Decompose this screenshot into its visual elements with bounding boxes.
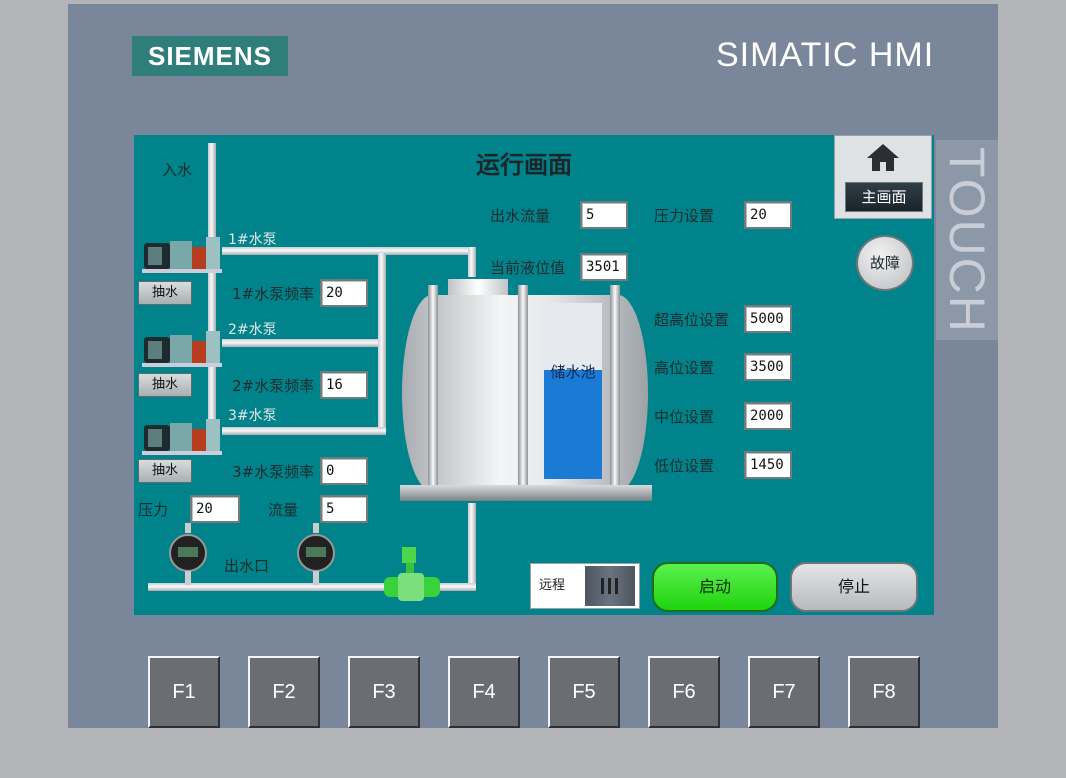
setpoint-field-high[interactable]: 3500 bbox=[744, 353, 792, 381]
pump2-discharge-pipe bbox=[222, 339, 380, 347]
pump3-freq-label: 3#水泵频率 bbox=[232, 463, 315, 481]
touch-label: TOUCH bbox=[936, 140, 998, 340]
setpoint-label-low: 低位设置 bbox=[654, 457, 715, 475]
tank-band bbox=[610, 285, 620, 499]
setpoint-field-low[interactable]: 1450 bbox=[744, 451, 792, 479]
tank-band bbox=[518, 285, 528, 499]
pump1-freq-field[interactable]: 20 bbox=[320, 279, 368, 307]
f5-key[interactable]: F5 bbox=[548, 656, 620, 728]
flow-label: 流量 bbox=[268, 501, 299, 519]
pump-icon bbox=[142, 237, 222, 273]
pump2-name: 2#水泵 bbox=[228, 322, 277, 338]
f3-key[interactable]: F3 bbox=[348, 656, 420, 728]
outflow-label: 出水流量 bbox=[490, 207, 551, 225]
siemens-logo: SIEMENS bbox=[132, 36, 288, 76]
pump1-name: 1#水泵 bbox=[228, 232, 277, 248]
pump3-name: 3#水泵 bbox=[228, 408, 277, 424]
riser-pipe bbox=[378, 253, 386, 435]
f4-key[interactable]: F4 bbox=[448, 656, 520, 728]
pump-icon bbox=[142, 419, 222, 455]
pump1-pump-button[interactable]: 抽水 bbox=[138, 281, 192, 305]
remote-switch-label: 远程 bbox=[539, 578, 566, 593]
home-icon bbox=[867, 144, 899, 171]
switch-knob[interactable] bbox=[585, 566, 635, 606]
outlet-label: 出水口 bbox=[224, 557, 270, 575]
pump2-freq-field[interactable]: 16 bbox=[320, 371, 368, 399]
home-panel: 主画面 bbox=[834, 135, 932, 219]
pressure-gauge-icon bbox=[297, 523, 335, 585]
model-label: SIMATIC HMI bbox=[716, 36, 935, 74]
remote-switch[interactable]: 远程 bbox=[530, 563, 640, 609]
pressure-gauge-icon bbox=[169, 523, 207, 585]
f8-key[interactable]: F8 bbox=[848, 656, 920, 728]
setpoint-label-ultra-high: 超高位设置 bbox=[654, 311, 730, 329]
inlet-label: 入水 bbox=[162, 161, 193, 179]
pressure-set-label: 压力设置 bbox=[654, 207, 715, 225]
pump3-freq-field[interactable]: 0 bbox=[320, 457, 368, 485]
inlet-pipe bbox=[208, 143, 216, 241]
flow-field[interactable]: 5 bbox=[320, 495, 368, 523]
pump3-discharge-pipe bbox=[222, 427, 386, 435]
f2-key[interactable]: F2 bbox=[248, 656, 320, 728]
hmi-screen: 运行画面 入水 1#水泵 2#水泵 3#水泵 抽水 抽水 抽水 1#水泵频率 2… bbox=[134, 135, 934, 615]
pump2-freq-label: 2#水泵频率 bbox=[232, 377, 315, 395]
pump1-freq-label: 1#水泵频率 bbox=[232, 285, 315, 303]
page-title: 运行画面 bbox=[476, 151, 572, 179]
grip-icon bbox=[601, 578, 618, 594]
f7-key[interactable]: F7 bbox=[748, 656, 820, 728]
level-label: 当前液位值 bbox=[490, 259, 566, 277]
pressure-set-field[interactable]: 20 bbox=[744, 201, 792, 229]
tank-base bbox=[400, 485, 652, 501]
f6-key[interactable]: F6 bbox=[648, 656, 720, 728]
stop-button[interactable]: 停止 bbox=[790, 562, 918, 612]
fault-button[interactable]: 故障 bbox=[856, 235, 914, 291]
start-button[interactable]: 启动 bbox=[652, 562, 778, 612]
tank-label: 储水池 bbox=[550, 363, 596, 381]
pressure-field[interactable]: 20 bbox=[190, 495, 240, 523]
pressure-label: 压力 bbox=[138, 501, 169, 519]
outflow-field[interactable]: 5 bbox=[580, 201, 628, 229]
tank-inlet-pipe bbox=[468, 247, 476, 277]
setpoint-label-high: 高位设置 bbox=[654, 359, 715, 377]
setpoint-field-mid[interactable]: 2000 bbox=[744, 402, 792, 430]
home-button[interactable]: 主画面 bbox=[845, 182, 923, 212]
pump3-pump-button[interactable]: 抽水 bbox=[138, 459, 192, 483]
tank-level-bar-bg: 储水池 bbox=[544, 303, 602, 479]
tank-band bbox=[428, 285, 438, 499]
flow-valve-icon bbox=[384, 547, 440, 601]
level-field[interactable]: 3501 bbox=[580, 253, 628, 281]
f1-key[interactable]: F1 bbox=[148, 656, 220, 728]
setpoint-label-mid: 中位设置 bbox=[654, 408, 715, 426]
tank-outlet-pipe bbox=[468, 503, 476, 591]
tank-level-fill bbox=[544, 369, 602, 479]
pump2-pump-button[interactable]: 抽水 bbox=[138, 373, 192, 397]
pump-icon bbox=[142, 331, 222, 367]
setpoint-field-ultra-high[interactable]: 5000 bbox=[744, 305, 792, 333]
